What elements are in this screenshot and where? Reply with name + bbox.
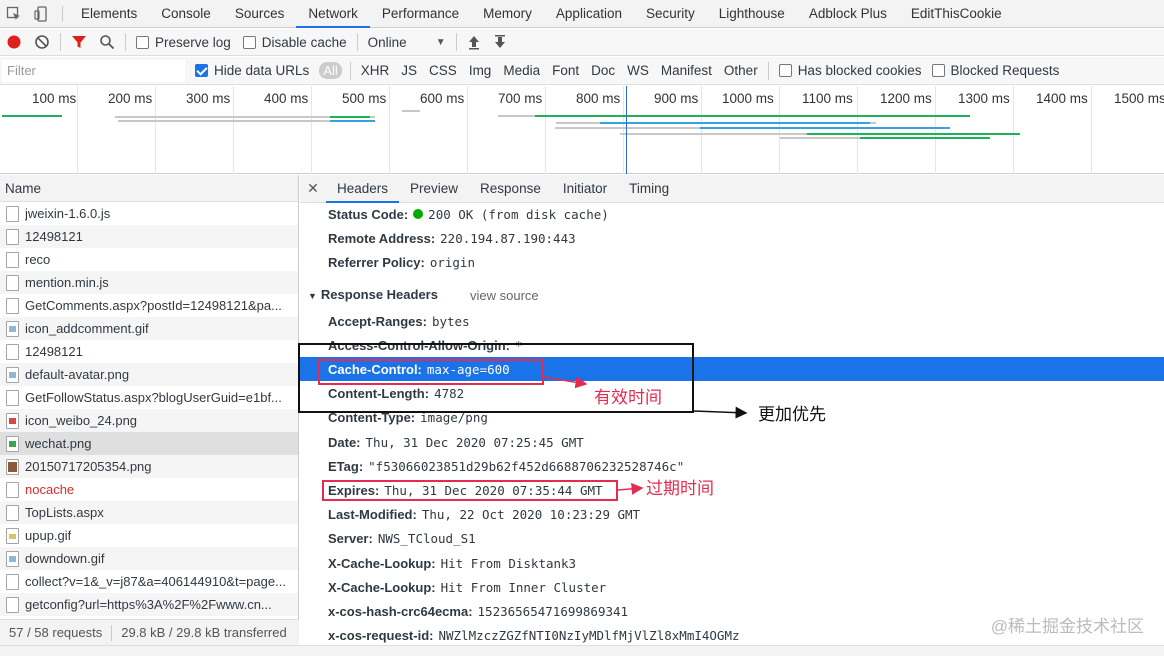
expire-time-arrow [617, 482, 644, 495]
watermark: @稀土掘金技术社区 [990, 617, 1144, 636]
effective-time-arrow [543, 376, 588, 389]
priority-arrow [693, 406, 748, 419]
higher-priority-note: 更加优先 [758, 405, 826, 424]
expire-time-note: 过期时间 [646, 479, 714, 498]
annotation-arrows [543, 376, 748, 495]
drawer-strip [0, 645, 1164, 656]
effective-time-note: 有效时间 [594, 388, 662, 407]
